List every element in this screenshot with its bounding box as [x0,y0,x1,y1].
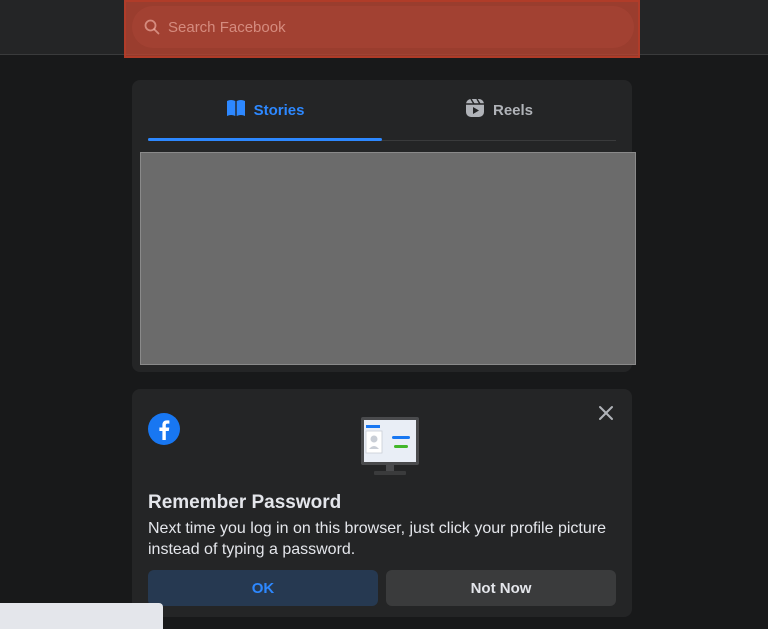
reels-icon [465,98,485,122]
story-placeholder[interactable] [140,152,636,365]
search-icon [144,19,160,35]
tab-stories[interactable]: Stories [148,80,382,141]
remember-password-description: Next time you log in on this browser, ju… [148,520,606,558]
monitor-illustration-icon [360,417,420,479]
facebook-logo-icon [148,413,180,445]
book-icon [226,99,246,121]
remember-password-dialog: Remember Password Next time you log in o… [132,389,632,617]
ok-button[interactable]: OK [148,570,378,606]
stories-tabs: Stories Reels [148,80,616,141]
close-icon [598,405,614,426]
not-now-button[interactable]: Not Now [386,570,616,606]
search-box[interactable]: Search Facebook [132,6,634,48]
search-input[interactable]: Search Facebook [168,19,286,36]
bottom-left-overlay [0,603,163,629]
tab-stories-label: Stories [253,101,305,119]
close-button[interactable] [594,403,618,427]
remember-password-title: Remember Password [148,492,342,513]
tab-reels-label: Reels [492,101,534,119]
tab-reels[interactable]: Reels [382,80,616,140]
stories-card: Stories Reels [132,80,636,372]
